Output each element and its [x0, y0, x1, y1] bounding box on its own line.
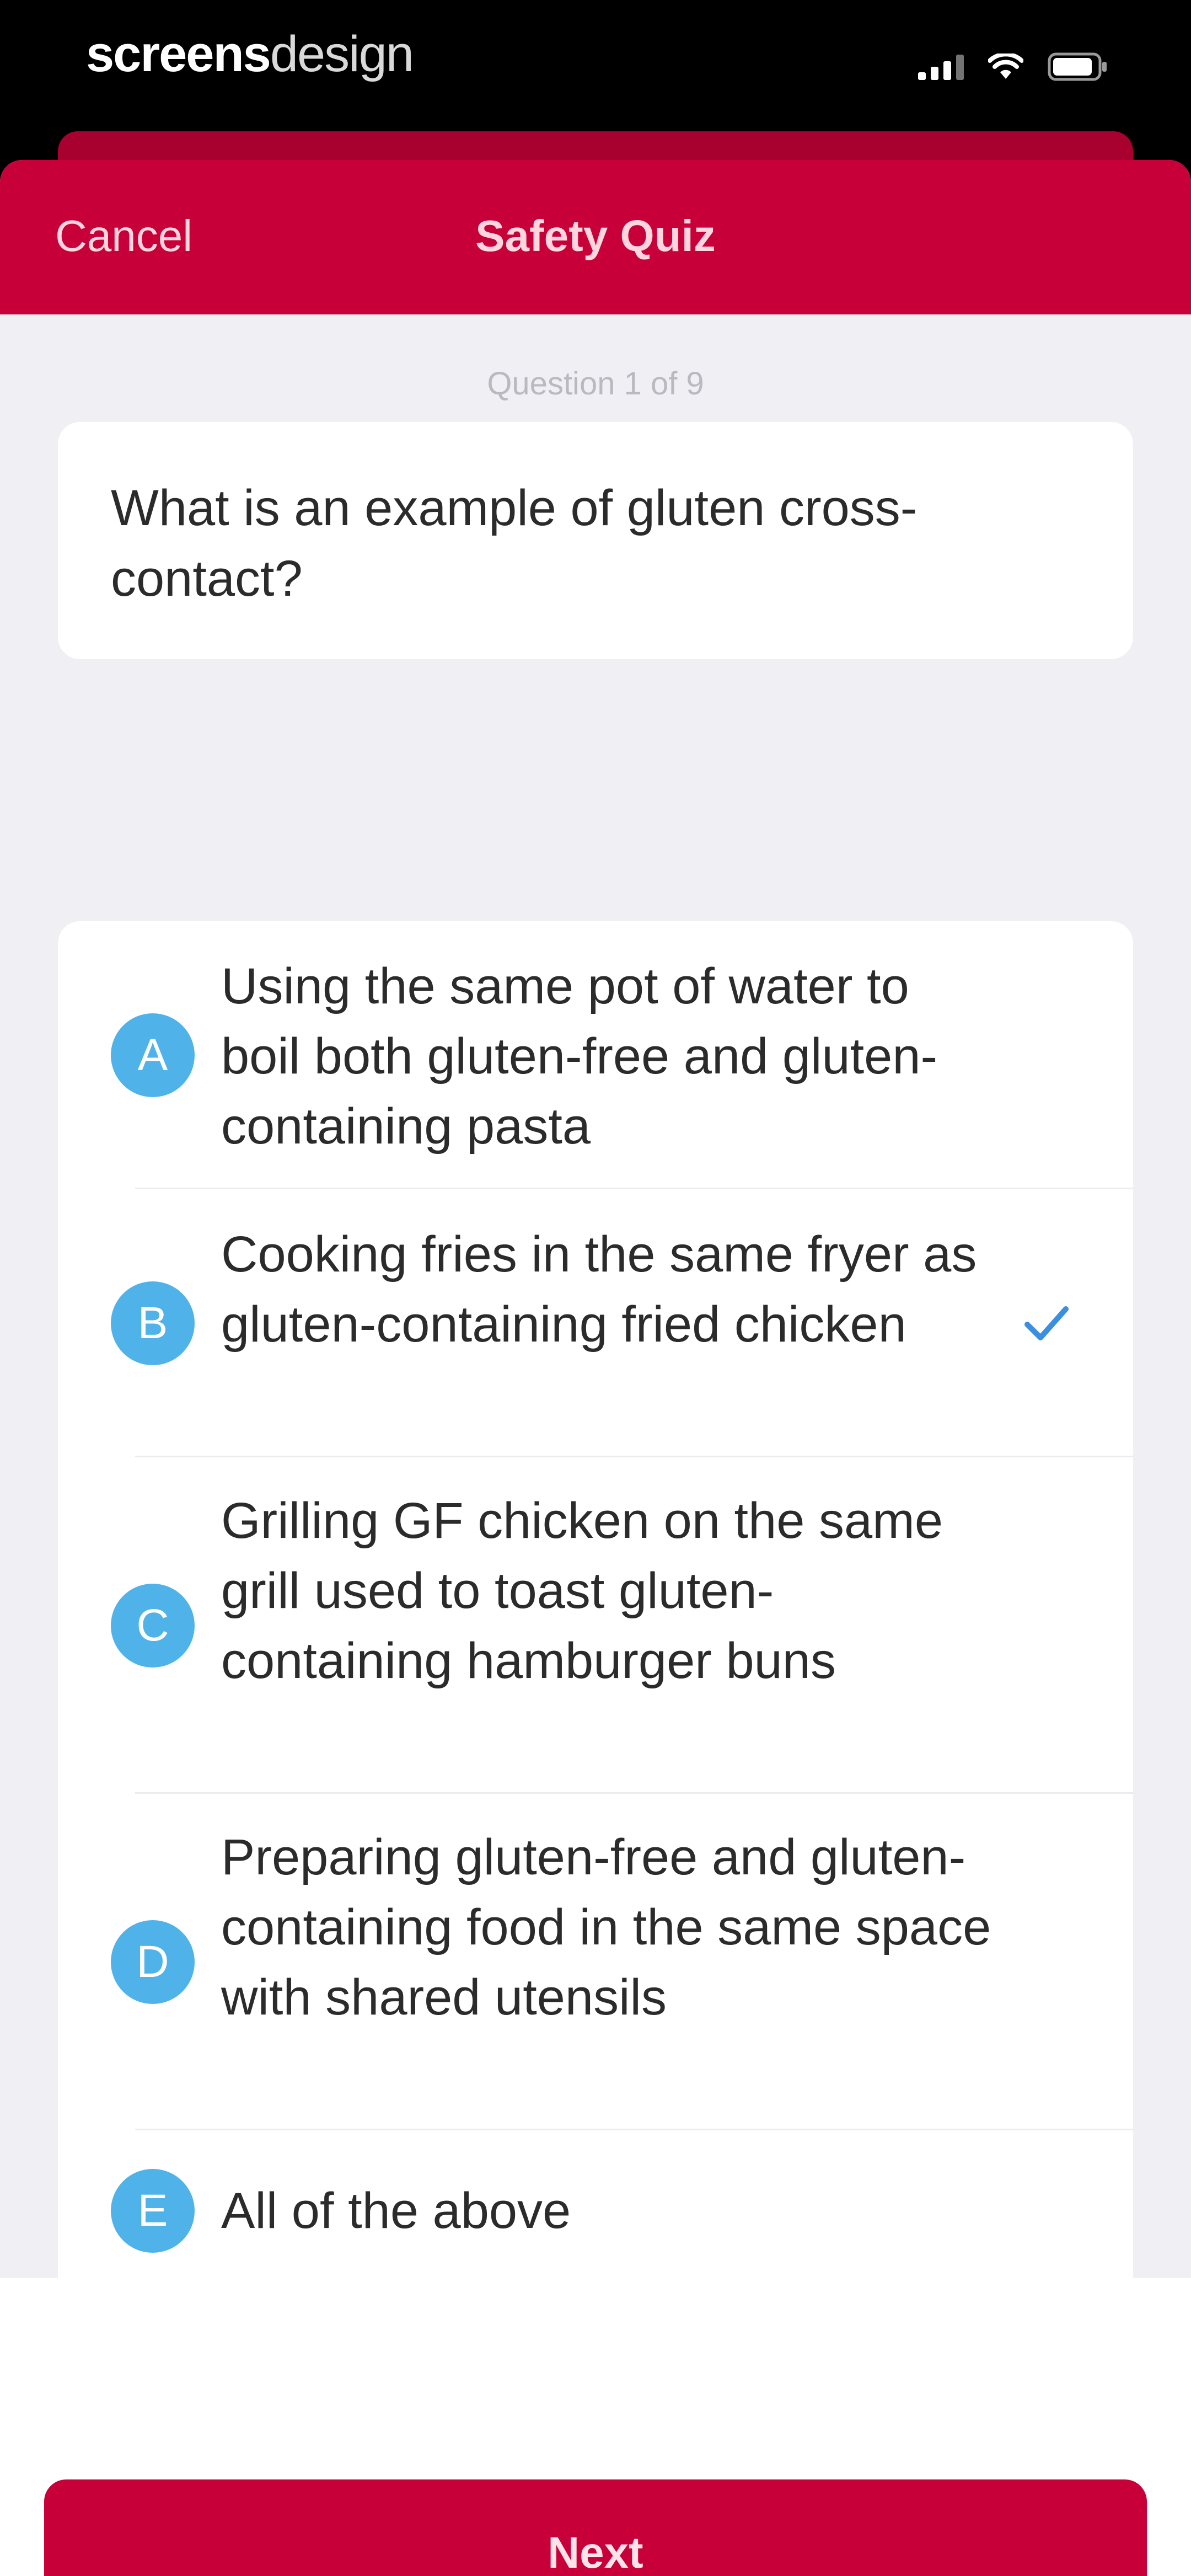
checkmark-icon	[1024, 1306, 1069, 1340]
status-bar: screensdesign	[0, 0, 1191, 127]
answer-option-c[interactable]: C Grilling GF chicken on the same grill …	[58, 1457, 1133, 1794]
answer-option-a[interactable]: A Using the same pot of water to boil bo…	[58, 921, 1133, 1189]
answer-letter-badge: B	[111, 1281, 195, 1365]
answer-letter-badge: E	[111, 2169, 195, 2253]
answer-option-e[interactable]: E All of the above	[58, 2130, 1133, 2300]
nav-title: Safety Quiz	[475, 211, 716, 260]
question-counter: Question 1 of 9	[487, 366, 704, 402]
answers-list: A Using the same pot of water to boil bo…	[58, 921, 1133, 2300]
brand-watermark: screensdesign	[86, 25, 414, 83]
battery-icon	[1048, 52, 1108, 81]
brand-bold: screens	[86, 26, 271, 82]
nav-bar: Cancel Safety Quiz	[0, 160, 1191, 314]
answer-text: All of the above	[221, 2183, 571, 2239]
status-icons	[918, 52, 1108, 81]
answer-text: Grilling GF chicken on the same grill us…	[221, 1493, 943, 1689]
signal-icon	[918, 54, 964, 80]
wifi-icon	[988, 54, 1023, 80]
question-text: What is an example of gluten cross-conta…	[111, 480, 918, 607]
answer-letter-badge: A	[111, 1013, 195, 1097]
next-button[interactable]: Next	[44, 2479, 1147, 2576]
answer-option-d[interactable]: D Preparing gluten-free and gluten-conta…	[58, 1794, 1133, 2130]
answer-letter-badge: C	[111, 1584, 195, 1668]
question-card: What is an example of gluten cross-conta…	[58, 422, 1133, 659]
bottom-bar: Next	[0, 2278, 1191, 2576]
answer-text: Preparing gluten-free and gluten-contain…	[221, 1829, 991, 2025]
quiz-sheet: Cancel Safety Quiz Question 1 of 9 What …	[0, 160, 1191, 2576]
answer-letter-badge: D	[111, 1920, 195, 2004]
answer-text: Using the same pot of water to boil both…	[221, 958, 938, 1155]
answer-option-b[interactable]: B Cooking fries in the same fryer as glu…	[58, 1189, 1133, 1457]
answer-text: Cooking fries in the same fryer as glute…	[221, 1226, 977, 1353]
brand-light: design	[270, 26, 414, 82]
quiz-screen: screensdesign Cancel Safety Quiz Questio…	[0, 0, 1191, 2576]
